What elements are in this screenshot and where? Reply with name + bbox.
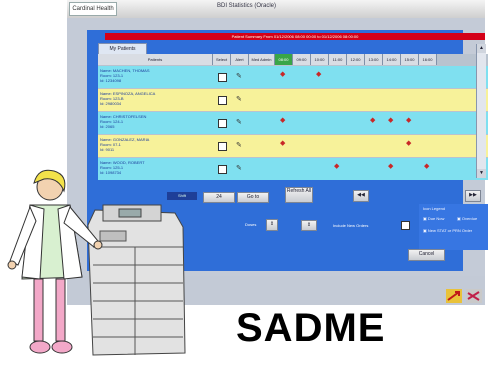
- arrows-icon[interactable]: [446, 289, 482, 303]
- alert-icon[interactable]: ✎: [236, 142, 242, 149]
- refresh-all-button[interactable]: Refresh All: [285, 187, 313, 203]
- table-row[interactable]: Name: GONZALEZ, MARIA Room: 07-1 Id: 9011 ✎…: [98, 135, 488, 157]
- med-due-icon[interactable]: ◆: [424, 163, 429, 170]
- sadme-caption: SADME: [236, 306, 386, 350]
- column-header[interactable]: 11:00: [329, 54, 347, 65]
- legend-item-overdue: ▣ Overdue: [457, 216, 478, 221]
- select-checkbox[interactable]: [218, 73, 227, 82]
- column-header[interactable]: 15:00: [401, 54, 419, 65]
- legend-item-due-now: ▣ Due Now: [423, 216, 445, 221]
- column-header[interactable]: 13:00: [365, 54, 383, 65]
- window-title: BDI Statistics (Oracle): [217, 3, 277, 9]
- icon-legend: Icon Legend ▣ Due Now ▣ Overdue ▣ New ST…: [419, 204, 488, 250]
- goto-button[interactable]: Go to: [237, 192, 269, 203]
- column-header[interactable]: Alert: [231, 54, 249, 65]
- med-due-icon[interactable]: ◆: [280, 71, 285, 78]
- patient-table: PatientsSelectAlertMed Admin Due08:0009:…: [98, 54, 488, 180]
- summary-header-bar: Patient Summary From 01/12/2006 08:00 00…: [105, 33, 485, 40]
- patient-id: Id: 2065: [100, 124, 115, 129]
- scroll-up-icon[interactable]: ▲: [477, 44, 486, 53]
- med-due-icon[interactable]: ◆: [406, 140, 411, 147]
- med-due-icon[interactable]: ◆: [388, 163, 393, 170]
- med-due-icon[interactable]: ◆: [280, 140, 285, 147]
- med-due-icon[interactable]: ◆: [316, 71, 321, 78]
- table-row[interactable]: Name: MACHEN, THOMAS Room: 123-1 Id: 12340…: [98, 66, 488, 88]
- column-header[interactable]: Select: [213, 54, 231, 65]
- column-header[interactable]: 10:00: [311, 54, 329, 65]
- med-due-icon[interactable]: ◆: [388, 117, 393, 124]
- select-checkbox[interactable]: [218, 142, 227, 151]
- select-checkbox[interactable]: [218, 165, 227, 174]
- table-scrollbar[interactable]: ▲ ▼: [476, 44, 486, 178]
- fast-forward-icon[interactable]: ▶▶: [465, 190, 481, 202]
- column-header[interactable]: 12:00: [347, 54, 365, 65]
- column-header-patients[interactable]: Patients: [98, 54, 213, 65]
- include-new-orders-label: Include New Orders: [333, 223, 369, 228]
- app-tab[interactable]: Cardinal Health: [69, 2, 117, 16]
- table-row[interactable]: Name: ESPINOZA, ANGELICA Room: 123-B Id: 2…: [98, 89, 488, 111]
- doses-stepper[interactable]: ⇕: [266, 219, 278, 231]
- nurse-with-medication-cart-illustration: [7, 169, 186, 356]
- patient-id: Id: 1234098: [100, 78, 122, 83]
- doses-label: Doses: [245, 222, 257, 227]
- alert-icon[interactable]: ✎: [236, 73, 242, 80]
- legend-title: Icon Legend: [423, 206, 446, 211]
- column-header[interactable]: 08:00: [275, 54, 293, 65]
- column-header[interactable]: 16:00: [419, 54, 437, 65]
- column-header[interactable]: 09:00: [293, 54, 311, 65]
- patient-info[interactable]: Name: GONZALEZ, MARIA Room: 07-1 Id: 9011: [100, 137, 213, 152]
- cancel-button[interactable]: Cancel: [408, 249, 445, 261]
- tray-icons: [446, 289, 482, 303]
- scroll-down-icon[interactable]: ▼: [477, 169, 486, 178]
- hour-field[interactable]: 24: [203, 192, 235, 203]
- alert-icon[interactable]: ✎: [236, 96, 242, 103]
- patient-id: Id: 9011: [100, 147, 115, 152]
- include-new-orders-checkbox[interactable]: [401, 221, 410, 230]
- select-checkbox[interactable]: [218, 96, 227, 105]
- alert-icon[interactable]: ✎: [236, 119, 242, 126]
- legend-item-new-stat: ▣ New STAT or PRN Order: [423, 228, 473, 233]
- med-due-icon[interactable]: ◆: [280, 117, 285, 124]
- patient-info[interactable]: Name: ESPINOZA, ANGELICA Room: 123-B Id: 2…: [100, 91, 213, 106]
- title-bar: Cardinal Health BDI Statistics (Oracle): [67, 0, 485, 18]
- interval-stepper[interactable]: ⇕: [301, 220, 317, 231]
- alert-icon[interactable]: ✎: [236, 165, 242, 172]
- column-header[interactable]: Med Admin Due: [249, 54, 275, 65]
- rewind-icon[interactable]: ◀◀: [353, 190, 369, 202]
- med-due-icon[interactable]: ◆: [406, 117, 411, 124]
- table-row[interactable]: Name: CHRISTOFELSEN Room: 124-1 Id: 2065 ✎ ◆…: [98, 112, 488, 134]
- med-due-icon[interactable]: ◆: [334, 163, 339, 170]
- patient-id: Id: 2980034: [100, 101, 122, 106]
- column-header[interactable]: 14:00: [383, 54, 401, 65]
- med-due-icon[interactable]: ◆: [370, 117, 375, 124]
- select-checkbox[interactable]: [218, 119, 227, 128]
- patient-info[interactable]: Name: MACHEN, THOMAS Room: 123-1 Id: 12340…: [100, 68, 213, 83]
- patient-info[interactable]: Name: CHRISTOFELSEN Room: 124-1 Id: 2065: [100, 114, 213, 129]
